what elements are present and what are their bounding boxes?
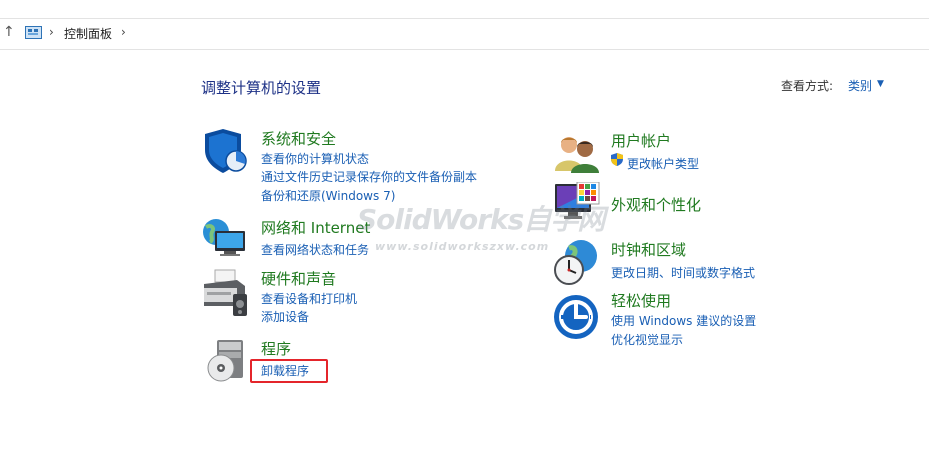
category-hardware-sound[interactable]: 硬件和声音 bbox=[261, 268, 336, 289]
network-globe-icon[interactable] bbox=[201, 215, 249, 259]
link-network-status[interactable]: 查看网络状态和任务 bbox=[261, 241, 369, 258]
users-icon[interactable] bbox=[553, 133, 601, 173]
category-network-internet[interactable]: 网络和 Internet bbox=[261, 217, 370, 238]
link-optimize-visual-display[interactable]: 优化视觉显示 bbox=[611, 331, 683, 348]
category-user-accounts[interactable]: 用户帐户 bbox=[611, 130, 671, 151]
shield-icon[interactable] bbox=[201, 128, 247, 174]
view-by-dropdown[interactable]: 类别 bbox=[848, 77, 872, 94]
category-clock-region[interactable]: 时钟和区域 bbox=[611, 239, 686, 260]
chevron-right-icon[interactable]: › bbox=[49, 26, 54, 38]
category-programs[interactable]: 程序 bbox=[261, 338, 291, 359]
programs-disc-icon[interactable] bbox=[205, 338, 247, 384]
link-view-computer-status[interactable]: 查看你的计算机状态 bbox=[261, 150, 369, 167]
breadcrumb-control-panel[interactable]: 控制面板 bbox=[64, 25, 112, 42]
printer-icon[interactable] bbox=[201, 268, 251, 318]
arrow-up-icon[interactable]: ↑ bbox=[3, 25, 15, 39]
chevron-right-icon[interactable]: › bbox=[121, 26, 126, 38]
category-ease-of-access[interactable]: 轻松使用 bbox=[611, 290, 671, 311]
watermark-main: SolidWorks自学网 bbox=[357, 203, 605, 236]
category-system-security[interactable]: 系统和安全 bbox=[261, 128, 336, 149]
watermark-url: www.solidworkszxw.com bbox=[375, 240, 550, 253]
link-view-devices-printers[interactable]: 查看设备和打印机 bbox=[261, 290, 357, 307]
highlight-box bbox=[250, 359, 328, 383]
page-title: 调整计算机的设置 bbox=[201, 79, 322, 97]
link-add-device[interactable]: 添加设备 bbox=[261, 308, 309, 325]
link-file-history-backup[interactable]: 通过文件历史记录保存你的文件备份副本 bbox=[261, 168, 477, 185]
ease-of-access-icon[interactable] bbox=[553, 294, 599, 340]
chevron-down-icon[interactable]: ▼ bbox=[877, 79, 884, 89]
view-by-label: 查看方式: bbox=[781, 79, 834, 93]
link-change-date-time-format[interactable]: 更改日期、时间或数字格式 bbox=[611, 264, 755, 281]
link-change-account-type[interactable]: 更改帐户类型 bbox=[627, 155, 699, 172]
category-appearance-personalization[interactable]: 外观和个性化 bbox=[611, 194, 701, 215]
clock-globe-icon[interactable] bbox=[553, 238, 601, 286]
address-bar: ↑ › 控制面板 › bbox=[0, 18, 929, 50]
link-windows-suggested-settings[interactable]: 使用 Windows 建议的设置 bbox=[611, 312, 756, 329]
uac-shield-icon bbox=[611, 153, 623, 166]
control-panel-icon bbox=[25, 26, 42, 39]
